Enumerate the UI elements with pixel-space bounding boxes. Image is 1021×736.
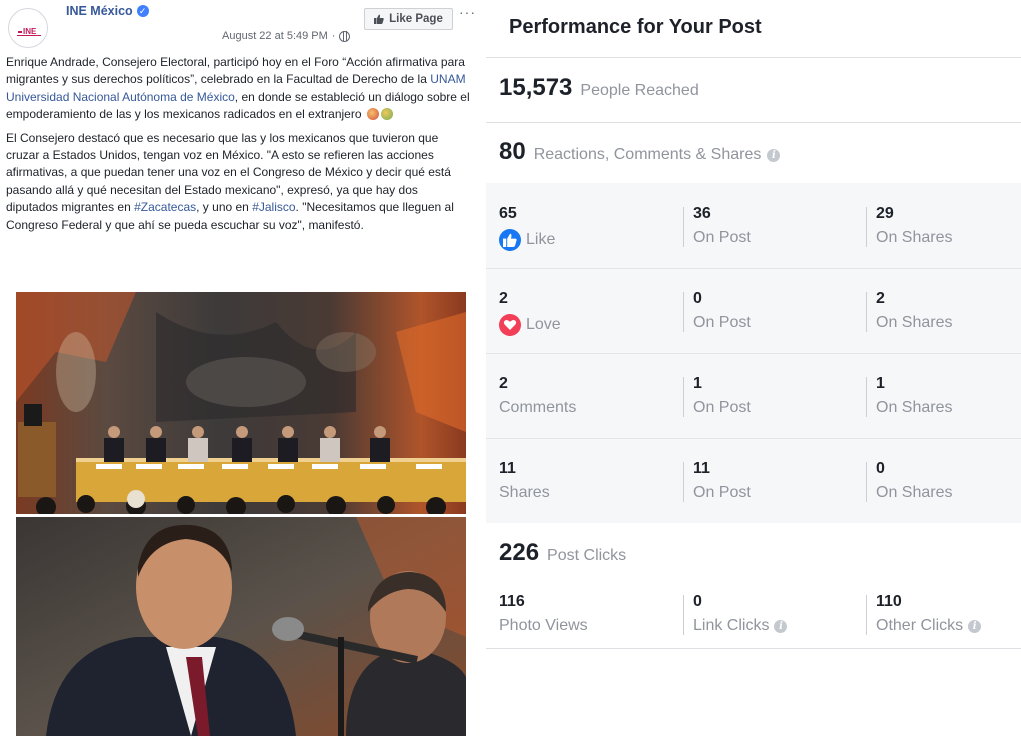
hashtag-zacatecas-link[interactable]: #Zacatecas [134, 200, 196, 214]
people-reached-stat: 15,573 People Reached [499, 74, 699, 102]
like-on-shares-value: 29 [876, 205, 894, 222]
engagement-stat: 80 Reactions, Comments & Shares i [499, 138, 781, 166]
on-shares-label: On Shares [876, 229, 953, 246]
reaction-row-comments: 2 Comments 1 On Post 1 On Shares [486, 353, 1021, 438]
column-divider [866, 377, 867, 417]
page-name-link[interactable]: INE México ✓ [66, 4, 149, 18]
like-label-wrap: Like [499, 229, 555, 251]
post-photo-speaker[interactable] [16, 517, 466, 736]
post-performance-panel: Performance for Your Post 15,573 People … [486, 0, 1021, 736]
love-reaction-icon [499, 314, 521, 336]
column-divider [866, 207, 867, 247]
like-on-post-value: 36 [693, 205, 711, 222]
comments-on-shares-value: 1 [876, 375, 885, 392]
reactions-breakdown: 65 Like 36 On Post 29 On Shares 2 Love 0… [486, 183, 1021, 523]
column-divider [683, 377, 684, 417]
post-paragraph: El Consejero destacó que es necesario qu… [6, 130, 471, 234]
comments-label: Comments [499, 399, 577, 416]
post-photo-panel[interactable] [16, 292, 466, 514]
post-text-segment: , y uno en [196, 200, 253, 215]
info-icon[interactable]: i [968, 619, 982, 633]
globe-person-emoji-icon [366, 108, 379, 121]
on-shares-label: On Shares [876, 399, 953, 416]
on-shares-label: On Shares [876, 314, 953, 331]
comments-on-post-value: 1 [693, 375, 702, 392]
column-divider [866, 462, 867, 502]
reaction-row-like: 65 Like 36 On Post 29 On Shares [486, 183, 1021, 268]
facebook-post: INE INE México ✓ August 22 at 5:49 PM · … [0, 0, 476, 736]
post-body: Enrique Andrade, Consejero Electoral, pa… [6, 54, 471, 240]
love-on-shares-value: 2 [876, 290, 885, 307]
column-divider [866, 292, 867, 332]
shares-on-post-value: 11 [693, 460, 710, 477]
column-divider [683, 595, 684, 635]
engagement-label-wrap: Reactions, Comments & Shares i [534, 146, 781, 164]
like-total-value: 65 [499, 205, 517, 222]
thumbs-up-icon [374, 14, 384, 24]
on-post-label: On Post [693, 314, 751, 331]
photo-views-value: 116 [499, 593, 525, 610]
post-clicks-value: 226 [499, 539, 540, 566]
info-icon[interactable]: i [774, 619, 788, 633]
shares-label: Shares [499, 484, 550, 501]
other-clicks-label: Other Clicks [876, 617, 964, 634]
avatar-logo-text: INE [23, 27, 37, 36]
people-reached-value: 15,573 [499, 74, 573, 101]
post-text-segment: Enrique Andrade, Consejero Electoral, pa… [6, 55, 465, 87]
on-post-label: On Post [693, 484, 751, 501]
link-clicks-value: 0 [693, 593, 702, 610]
on-post-label: On Post [693, 399, 751, 416]
like-page-button[interactable]: Like Page [364, 8, 453, 30]
divider [486, 57, 1021, 58]
post-header: INE INE México ✓ August 22 at 5:49 PM · … [0, 0, 476, 52]
love-label-wrap: Love [499, 314, 561, 336]
engagement-label: Reactions, Comments & Shares [533, 146, 762, 163]
love-on-post-value: 0 [693, 290, 702, 307]
on-shares-label: On Shares [876, 484, 953, 501]
post-timestamp[interactable]: August 22 at 5:49 PM · [222, 30, 351, 42]
column-divider [866, 595, 867, 635]
page-avatar[interactable]: INE [8, 8, 48, 48]
column-divider [683, 292, 684, 332]
more-options-icon[interactable]: ··· [459, 4, 476, 20]
column-divider [683, 462, 684, 502]
engagement-value: 80 [499, 138, 526, 165]
info-icon[interactable]: i [767, 148, 781, 162]
love-label: Love [526, 316, 561, 333]
post-clicks-stat: 226 Post Clicks [499, 539, 626, 567]
comments-total-value: 2 [499, 375, 508, 392]
heart-hands-emoji-icon [380, 108, 393, 121]
verified-badge-icon: ✓ [136, 5, 149, 17]
reaction-row-shares: 11 Shares 11 On Post 0 On Shares [486, 438, 1021, 523]
hashtag-jalisco-link[interactable]: #Jalisco [252, 200, 295, 214]
link-clicks-label-wrap: Link Clicks i [693, 617, 788, 635]
love-total-value: 2 [499, 290, 508, 307]
like-label: Like [526, 231, 556, 248]
column-divider [683, 207, 684, 247]
reaction-row-love: 2 Love 0 On Post 2 On Shares [486, 268, 1021, 353]
other-clicks-value: 110 [876, 593, 902, 610]
photo-views-label: Photo Views [499, 617, 588, 634]
performance-title: Performance for Your Post [509, 16, 762, 38]
link-clicks-label: Link Clicks [693, 617, 770, 634]
post-paragraph: Enrique Andrade, Consejero Electoral, pa… [6, 54, 471, 124]
globe-icon [339, 30, 351, 42]
divider [486, 122, 1021, 123]
shares-on-shares-value: 0 [876, 460, 885, 477]
like-reaction-icon [499, 229, 521, 251]
like-page-label: Like Page [389, 13, 443, 25]
people-reached-label: People Reached [580, 82, 699, 99]
other-clicks-label-wrap: Other Clicks i [876, 617, 982, 635]
on-post-label: On Post [693, 229, 751, 246]
post-clicks-label: Post Clicks [547, 547, 627, 564]
divider [486, 648, 1021, 649]
page-name[interactable]: INE México [66, 4, 133, 18]
shares-total-value: 11 [499, 460, 516, 477]
timestamp-text[interactable]: August 22 at 5:49 PM [222, 30, 328, 42]
